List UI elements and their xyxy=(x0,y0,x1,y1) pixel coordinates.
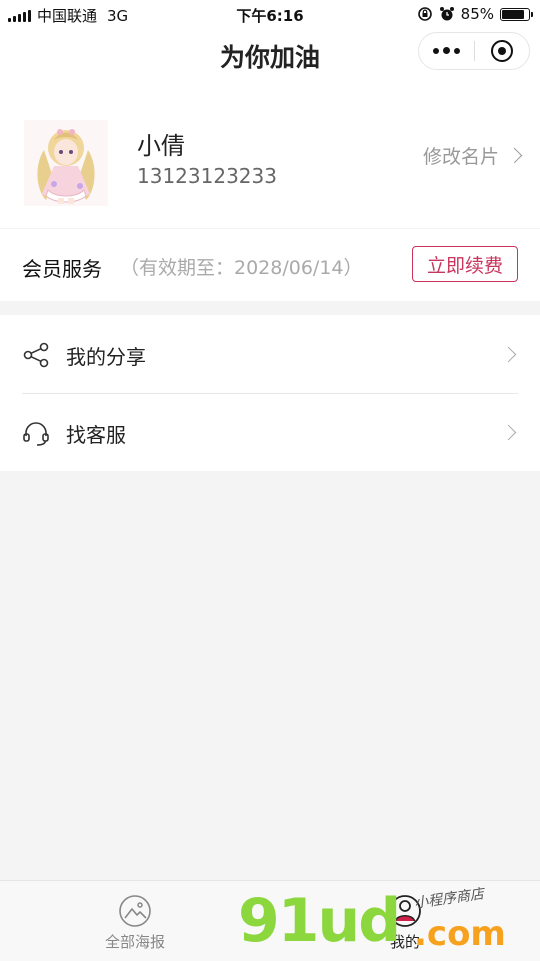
orientation-lock-icon xyxy=(417,7,432,21)
tab-mine[interactable]: 我的 xyxy=(345,893,465,952)
tab-all-posters[interactable]: 全部海报 xyxy=(75,893,195,952)
edit-card-link[interactable]: 修改名片 xyxy=(422,142,523,169)
target-icon xyxy=(490,40,513,62)
renew-button[interactable]: 立即续费 xyxy=(412,246,518,282)
nav-bar: 为你加油 xyxy=(0,28,540,80)
battery-icon xyxy=(500,7,533,21)
status-bar: 中国联通 3G 下午6:16 85% xyxy=(0,0,540,28)
tab-bar: 全部海报 我的 xyxy=(0,880,540,961)
chevron-right-icon xyxy=(500,346,517,363)
tab-label: 全部海报 xyxy=(104,933,165,951)
profile-card: 小倩 13123123233 修改名片 xyxy=(0,80,540,228)
menu-list: 我的分享 找客服 xyxy=(0,315,540,471)
membership-expiry: （有效期至：2028/06/14） xyxy=(120,257,363,279)
image-icon xyxy=(119,895,151,927)
menu-item-customer-service[interactable]: 找客服 xyxy=(0,393,540,471)
membership-row: 会员服务 （有效期至：2028/06/14） 立即续费 xyxy=(0,229,540,301)
chevron-right-icon xyxy=(500,424,517,441)
tab-label: 我的 xyxy=(389,933,420,951)
alarm-icon xyxy=(439,7,454,21)
membership-label: 会员服务 xyxy=(22,257,102,281)
headset-icon xyxy=(23,422,49,446)
capsule-menu xyxy=(418,32,530,70)
menu-item-my-shares[interactable]: 我的分享 xyxy=(0,315,540,394)
user-phone: 13123123233 xyxy=(137,164,277,188)
menu-item-label: 我的分享 xyxy=(66,345,146,369)
close-miniprogram-button[interactable] xyxy=(474,40,529,62)
avatar[interactable] xyxy=(24,120,108,206)
more-dots-icon[interactable] xyxy=(419,47,474,55)
battery-percent: 85% xyxy=(460,5,494,23)
user-icon xyxy=(389,895,421,927)
share-icon xyxy=(23,342,49,368)
edit-card-label: 修改名片 xyxy=(422,146,499,168)
chevron-right-icon xyxy=(506,147,523,164)
menu-item-label: 找客服 xyxy=(66,423,126,447)
user-name: 小倩 xyxy=(137,132,185,160)
